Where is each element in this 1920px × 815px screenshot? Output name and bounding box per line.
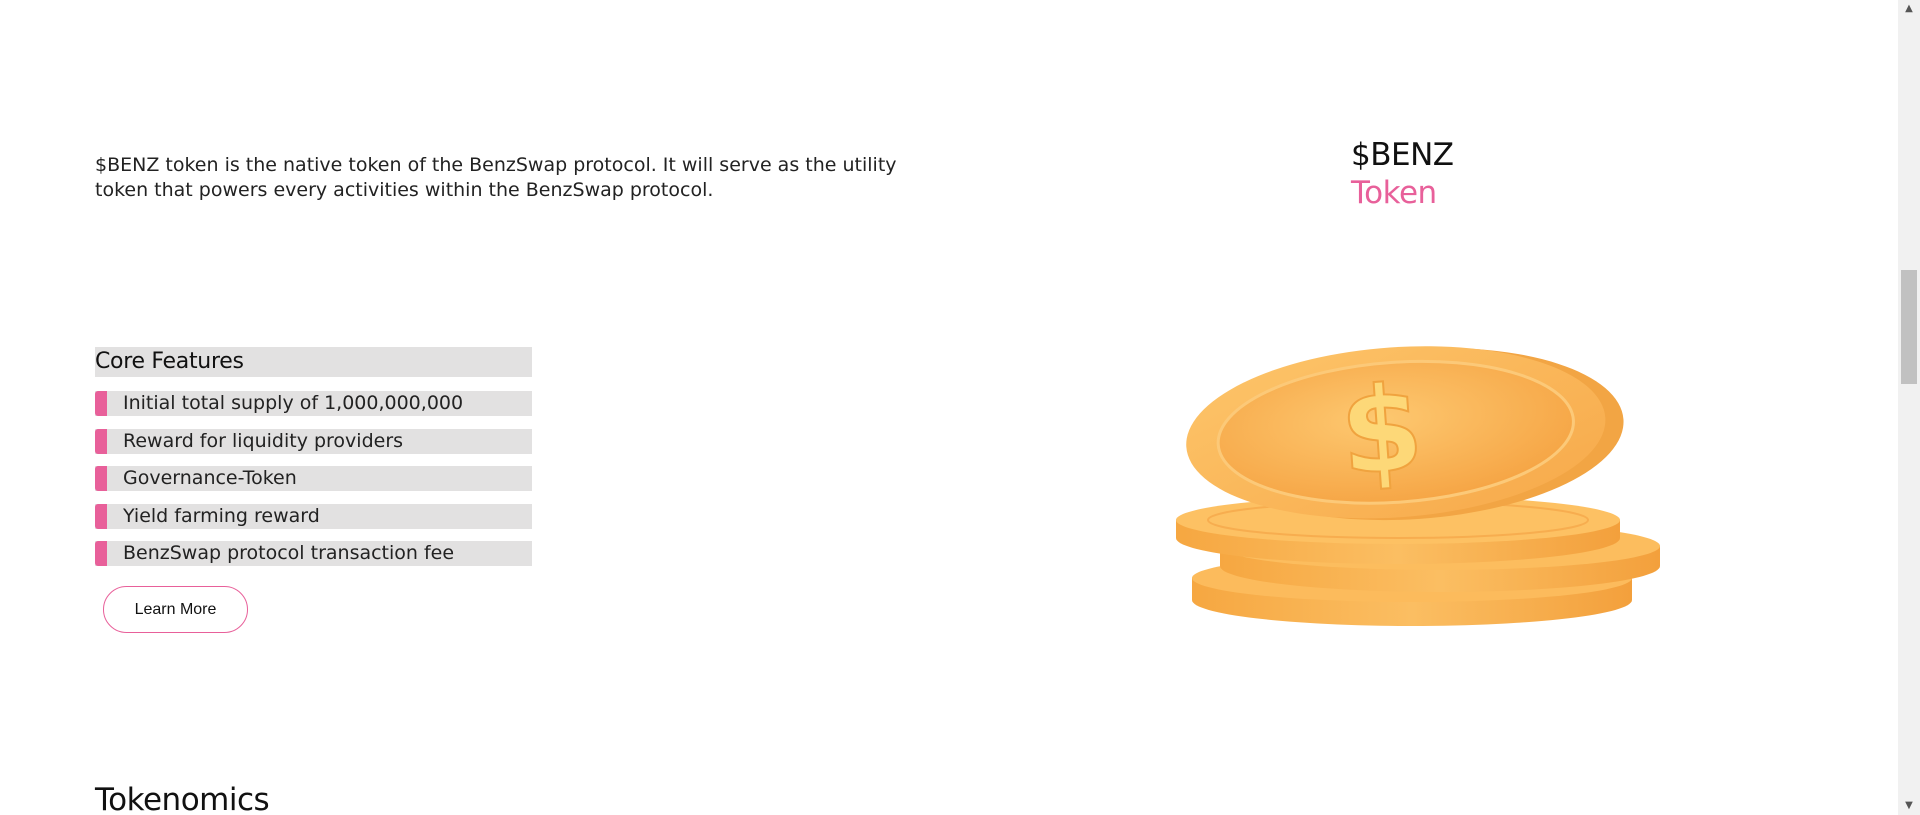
feature-bullet-bar	[95, 428, 107, 454]
feature-item-yield-farming: Yield farming reward	[95, 503, 532, 529]
coin-stack-illustration: $	[1176, 346, 1660, 626]
intro-text: $BENZ token is the native token of the B…	[95, 154, 897, 201]
feature-item-label: Initial total supply of 1,000,000,000	[123, 392, 464, 414]
feature-bullet-bar	[95, 503, 107, 529]
core-features: Core Features Initial total supply of 1,…	[95, 347, 532, 579]
token-title-label: Token	[1351, 175, 1437, 211]
page: $BENZ token is the native token of the B…	[0, 0, 1898, 815]
feature-item-label: Reward for liquidity providers	[123, 429, 404, 452]
token-title: $BENZ Token	[1351, 136, 1454, 212]
feature-item-label: BenzSwap protocol transaction fee	[123, 542, 455, 564]
scroll-thumb[interactable]	[1901, 270, 1917, 384]
scrollbar[interactable]: ▲ ▼	[1898, 0, 1920, 815]
scroll-down-icon[interactable]: ▼	[1898, 797, 1920, 815]
token-title-name: $BENZ	[1351, 137, 1454, 173]
feature-item-governance: Governance-Token	[95, 466, 532, 491]
feature-bullet-bar	[95, 391, 107, 416]
tokenomics-heading: Tokenomics	[95, 782, 270, 815]
scroll-up-icon[interactable]: ▲	[1898, 0, 1920, 18]
feature-bullet-bar	[95, 466, 107, 491]
core-features-heading: Core Features	[95, 347, 532, 377]
learn-more-button[interactable]: Learn More	[103, 586, 248, 633]
feature-bullet-bar	[95, 541, 107, 566]
feature-item-label: Governance-Token	[123, 467, 297, 489]
feature-item-supply: Initial total supply of 1,000,000,000	[95, 391, 532, 416]
feature-item-label: Yield farming reward	[123, 504, 320, 527]
feature-item-liquidity-reward: Reward for liquidity providers	[95, 428, 532, 454]
feature-list: Initial total supply of 1,000,000,000 Re…	[95, 391, 532, 566]
coin-dollar-symbol: $	[1336, 359, 1428, 502]
feature-item-transaction-fee: BenzSwap protocol transaction fee	[95, 541, 532, 566]
